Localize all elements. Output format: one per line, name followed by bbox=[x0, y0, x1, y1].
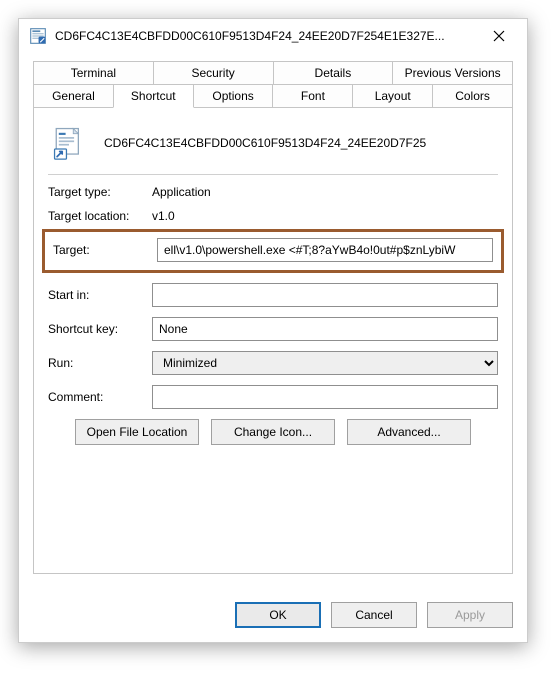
tab-shortcut[interactable]: Shortcut bbox=[113, 84, 194, 108]
tab-security[interactable]: Security bbox=[153, 61, 274, 84]
comment-label: Comment: bbox=[48, 390, 152, 404]
tab-options[interactable]: Options bbox=[193, 84, 274, 108]
tab-colors[interactable]: Colors bbox=[432, 84, 513, 108]
titlebar: CD6FC4C13E4CBFDD00C610F9513D4F24_24EE20D… bbox=[19, 19, 527, 53]
shortcut-key-input[interactable] bbox=[152, 317, 498, 341]
cancel-button[interactable]: Cancel bbox=[331, 602, 417, 628]
target-label: Target: bbox=[53, 243, 157, 257]
start-in-input[interactable] bbox=[152, 283, 498, 307]
properties-icon bbox=[29, 27, 47, 45]
advanced-button[interactable]: Advanced... bbox=[347, 419, 471, 445]
open-file-location-button[interactable]: Open File Location bbox=[75, 419, 199, 445]
ok-button[interactable]: OK bbox=[235, 602, 321, 628]
close-button[interactable] bbox=[479, 22, 519, 50]
run-label: Run: bbox=[48, 356, 152, 370]
target-location-value: v1.0 bbox=[152, 209, 175, 223]
tab-details[interactable]: Details bbox=[273, 61, 394, 84]
properties-dialog: CD6FC4C13E4CBFDD00C610F9513D4F24_24EE20D… bbox=[18, 18, 528, 643]
tab-page-shortcut: CD6FC4C13E4CBFDD00C610F9513D4F24_24EE20D… bbox=[33, 108, 513, 574]
close-icon bbox=[493, 30, 505, 42]
comment-input[interactable] bbox=[152, 385, 498, 409]
dialog-footer: OK Cancel Apply bbox=[19, 588, 527, 642]
target-highlight: Target: bbox=[42, 229, 504, 273]
tab-terminal[interactable]: Terminal bbox=[33, 61, 154, 84]
shortcut-key-label: Shortcut key: bbox=[48, 322, 152, 336]
target-input[interactable] bbox=[157, 238, 493, 262]
apply-button[interactable]: Apply bbox=[427, 602, 513, 628]
change-icon-button[interactable]: Change Icon... bbox=[211, 419, 335, 445]
start-in-label: Start in: bbox=[48, 288, 152, 302]
separator bbox=[48, 174, 498, 175]
tab-font[interactable]: Font bbox=[272, 84, 353, 108]
shortcut-name: CD6FC4C13E4CBFDD00C610F9513D4F24_24EE20D… bbox=[104, 136, 426, 150]
target-type-label: Target type: bbox=[48, 185, 152, 199]
tab-strip: Terminal Security Details Previous Versi… bbox=[33, 61, 513, 108]
tab-previous-versions[interactable]: Previous Versions bbox=[392, 61, 513, 84]
target-type-value: Application bbox=[152, 185, 211, 199]
run-select[interactable]: Normal windowMinimizedMaximized bbox=[152, 351, 498, 375]
window-title: CD6FC4C13E4CBFDD00C610F9513D4F24_24EE20D… bbox=[55, 29, 479, 43]
tab-general[interactable]: General bbox=[33, 84, 114, 108]
tab-layout[interactable]: Layout bbox=[352, 84, 433, 108]
shortcut-file-icon bbox=[52, 126, 86, 160]
target-location-label: Target location: bbox=[48, 209, 152, 223]
